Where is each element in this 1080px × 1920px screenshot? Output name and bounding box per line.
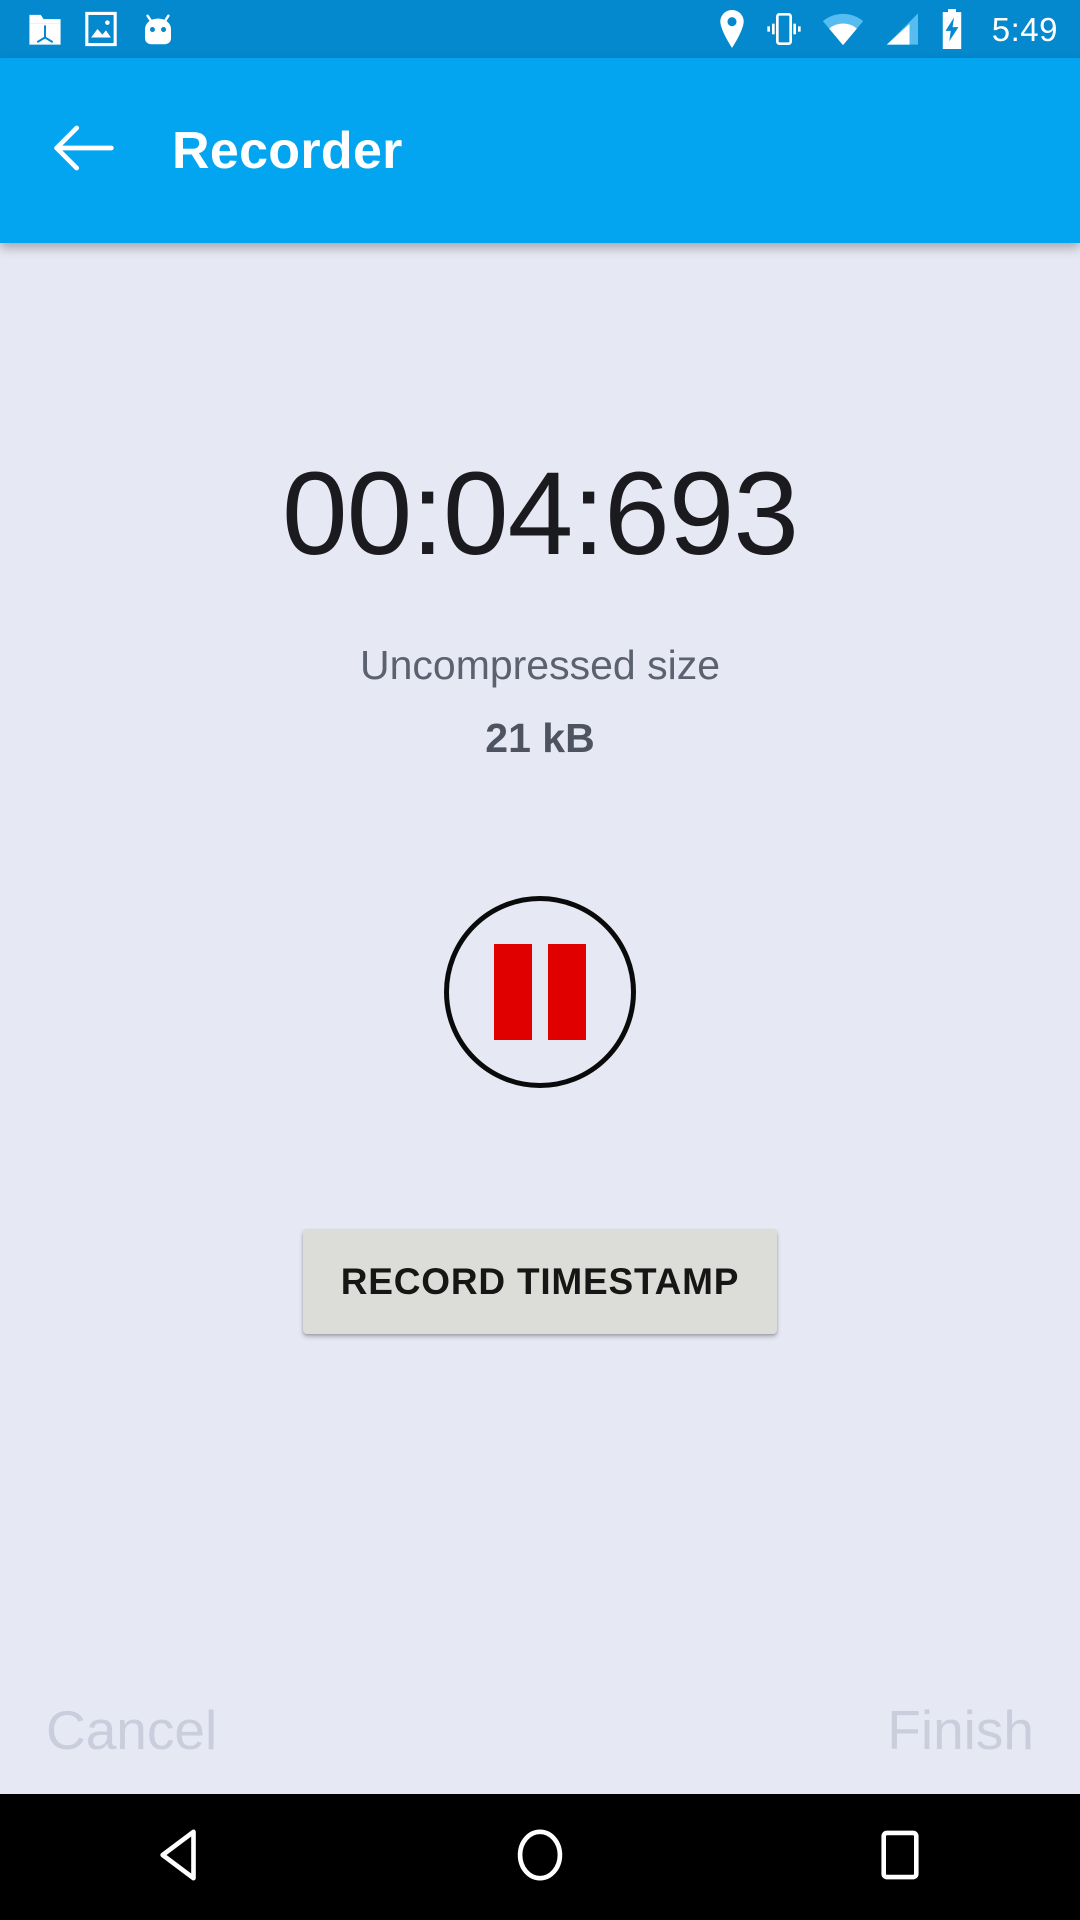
- recorder-content: 00:04:693 Uncompressed size 21 kB RECORD…: [0, 243, 1080, 1794]
- nav-back-button[interactable]: [105, 1794, 255, 1920]
- android-head-icon: [140, 10, 176, 48]
- cell-signal-icon: [882, 12, 920, 46]
- wifi-icon: [822, 12, 864, 46]
- phone-screen: 5:49 Recorder 00:04:693 Uncompressed siz…: [0, 0, 1080, 1920]
- image-icon: [84, 10, 118, 48]
- vibrate-icon: [764, 10, 804, 48]
- circle-icon: [514, 1826, 566, 1889]
- status-bar-system-icons: 5:49: [718, 9, 1058, 49]
- battery-charging-icon: [938, 9, 966, 49]
- location-pin-icon: [718, 10, 746, 48]
- uncompressed-size-value: 21 kB: [485, 715, 595, 761]
- navigation-bar: [0, 1794, 1080, 1920]
- pause-icon: [494, 944, 586, 1040]
- status-bar-notification-icons: [28, 10, 176, 48]
- back-button[interactable]: [48, 115, 120, 187]
- folder-3d-axis-icon: [28, 10, 62, 48]
- status-bar: 5:49: [0, 0, 1080, 58]
- triangle-left-icon: [153, 1826, 207, 1889]
- page-title: Recorder: [172, 121, 403, 180]
- pause-recording-button[interactable]: [444, 896, 636, 1088]
- pause-bar-right: [548, 944, 586, 1040]
- status-bar-clock: 5:49: [991, 10, 1058, 48]
- record-timestamp-button[interactable]: RECORD TIMESTAMP: [302, 1229, 778, 1334]
- nav-recents-button[interactable]: [825, 1794, 975, 1920]
- arrow-left-icon: [53, 124, 115, 177]
- square-icon: [877, 1827, 923, 1888]
- nav-home-button[interactable]: [465, 1794, 615, 1920]
- action-row: Cancel Finish: [0, 1703, 1080, 1758]
- cancel-button[interactable]: Cancel: [46, 1703, 217, 1758]
- uncompressed-size-label: Uncompressed size: [359, 642, 721, 688]
- finish-button[interactable]: Finish: [887, 1703, 1034, 1758]
- pause-bar-left: [494, 944, 532, 1040]
- app-bar: Recorder: [0, 58, 1080, 243]
- recording-timer: 00:04:693: [282, 448, 799, 580]
